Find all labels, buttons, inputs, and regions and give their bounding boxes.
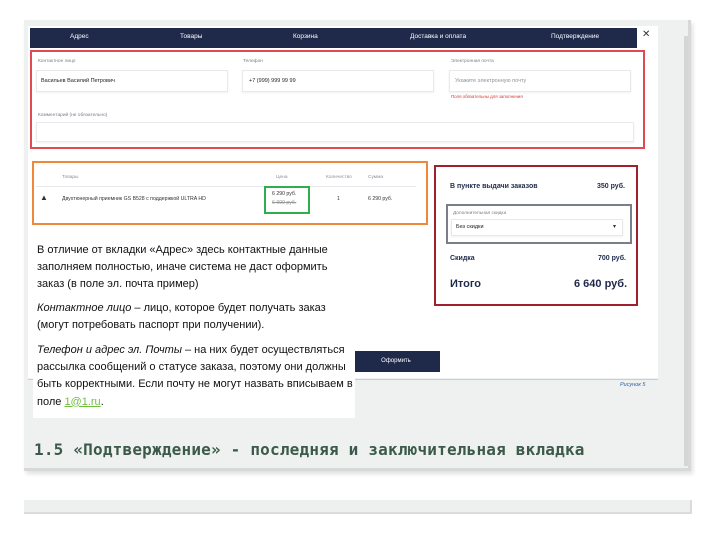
close-icon[interactable]: ✕	[642, 29, 650, 40]
chevron-down-icon: ▾	[613, 224, 617, 230]
note-paragraph-1: В отличие от вкладки «Адрес» здесь конта…	[37, 244, 328, 291]
phone-label: Телефон	[243, 59, 263, 64]
discount-value: 700 руб.	[598, 255, 626, 262]
tab-goods[interactable]: Товары	[180, 33, 202, 40]
comment-field[interactable]	[36, 122, 634, 142]
email-field[interactable]: Укажите электронную почту	[449, 70, 631, 92]
product-thumbnail-icon: ▲	[40, 193, 48, 202]
table-divider	[36, 186, 416, 187]
contact-person-value: Васильев Василий Петрович	[41, 78, 115, 84]
goods-column-header: Товары	[62, 175, 79, 180]
discount-label: Скидка	[450, 255, 475, 262]
total-label: Итого	[450, 278, 482, 290]
note-paragraph-3: Телефон и адрес эл. Почты – на них будет…	[37, 342, 353, 411]
tab-delivery-payment[interactable]: Доставка и оплата	[410, 33, 466, 40]
goods-table-highlight	[32, 161, 428, 225]
checkout-navbar: Адрес Товары Корзина Доставка и оплата П…	[30, 28, 637, 48]
total-value: 6 640 руб.	[574, 278, 628, 290]
note-phone-email-term: Телефон и адрес эл. Почты	[37, 344, 182, 356]
tab-confirmation[interactable]: Подтверждение	[551, 33, 599, 40]
figure-caption: Рисунок 5	[620, 382, 646, 388]
price-new: 6 290 руб.	[272, 191, 297, 197]
note-end: .	[100, 395, 104, 408]
phone-field[interactable]: +7 (999) 999 99 99	[242, 70, 434, 92]
order-button[interactable]: Оформить	[352, 351, 440, 372]
product-sum: 6 290 руб.	[368, 196, 393, 202]
price-old: 6 999 руб.	[272, 200, 297, 206]
discount-select-value: Без скидки	[456, 224, 484, 230]
note-contact-term: Контактное лицо	[37, 302, 132, 314]
example-email-link[interactable]: 1@1.ru	[64, 396, 100, 408]
email-placeholder: Укажите электронную почту	[455, 78, 527, 84]
slide-heading: 1.5 «Подтверждение» - последняя и заключ…	[34, 440, 585, 459]
contact-person-label: Контактное лицо	[38, 59, 76, 64]
comment-label: Комментарий (не обязательно)	[38, 113, 108, 118]
product-name[interactable]: Двухтюнерный приемник GS B528 с поддержк…	[62, 196, 206, 202]
email-label: Электронная почта	[451, 59, 494, 64]
discount-select[interactable]: Без скидки ▾	[451, 219, 623, 236]
explanation-note: В отличие от вкладки «Адрес» здесь конта…	[33, 240, 355, 418]
phone-value: +7 (999) 999 99 99	[249, 78, 296, 84]
sum-column-header: Сумма	[368, 175, 384, 180]
contact-person-field[interactable]: Васильев Василий Петрович	[36, 70, 228, 92]
pickup-value: 350 руб.	[597, 183, 625, 190]
price-column-header: Цена	[276, 175, 288, 180]
slide-right-edge	[684, 36, 688, 466]
slide-bottom-shadow	[24, 500, 692, 514]
tab-address[interactable]: Адрес	[70, 33, 89, 40]
product-qty: 1	[337, 196, 340, 202]
note-paragraph-2: Контактное лицо – лицо, которое будет по…	[37, 300, 353, 334]
pickup-label: В пункте выдачи заказов	[450, 183, 538, 190]
discount-select-label: Дополнительная скидка	[453, 211, 507, 216]
qty-column-header: Количество	[326, 175, 352, 180]
tab-cart[interactable]: Корзина	[293, 33, 318, 40]
required-fields-hint: Поля обязательны для заполнения	[451, 94, 523, 99]
